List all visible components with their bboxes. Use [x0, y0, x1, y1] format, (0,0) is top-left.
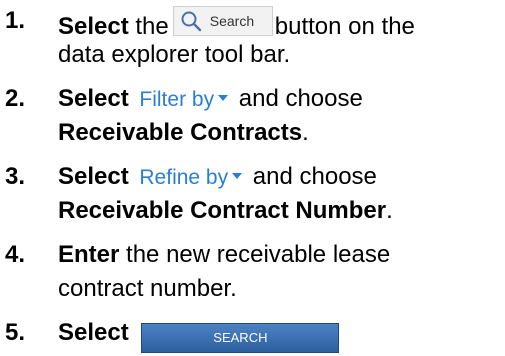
- search-toolbar-button[interactable]: Search: [172, 6, 273, 36]
- search-action-button[interactable]: SEARCH: [141, 323, 340, 353]
- option-name: Receivable Contract Number: [58, 197, 387, 224]
- step-text: and choose: [252, 163, 377, 190]
- step-number: 4.: [5, 241, 26, 268]
- dropdown-label: Refine by: [139, 166, 229, 189]
- filter-by-dropdown[interactable]: Filter by: [139, 83, 229, 117]
- step-number: 1.: [5, 7, 26, 34]
- step-verb: Select: [58, 13, 129, 40]
- step-verb: Enter: [58, 241, 120, 268]
- step-text: the new receivable lease: [126, 241, 391, 268]
- step-verb: Select: [58, 85, 129, 112]
- step-verb: Select: [58, 163, 129, 190]
- step-text: button on the: [274, 13, 415, 40]
- step-text: and choose: [238, 85, 363, 112]
- step-number: 3.: [5, 163, 26, 190]
- refine-by-dropdown[interactable]: Refine by: [139, 161, 243, 195]
- step-verb: Select: [58, 319, 129, 346]
- option-name: Receivable Contracts: [58, 119, 303, 146]
- step-number: 5.: [5, 319, 26, 346]
- dropdown-label: Filter by: [139, 88, 215, 111]
- step-text: contract number.: [58, 275, 237, 302]
- step-text: data explorer tool bar.: [58, 41, 291, 68]
- step-number: 2.: [5, 85, 26, 112]
- caret-down-icon: [232, 173, 243, 180]
- text: the: [135, 13, 169, 40]
- magnifier-icon: [181, 11, 201, 32]
- punctuation: .: [386, 197, 393, 224]
- caret-down-icon: [218, 95, 229, 102]
- search-button-label: Search: [209, 13, 255, 29]
- punctuation: .: [302, 119, 309, 146]
